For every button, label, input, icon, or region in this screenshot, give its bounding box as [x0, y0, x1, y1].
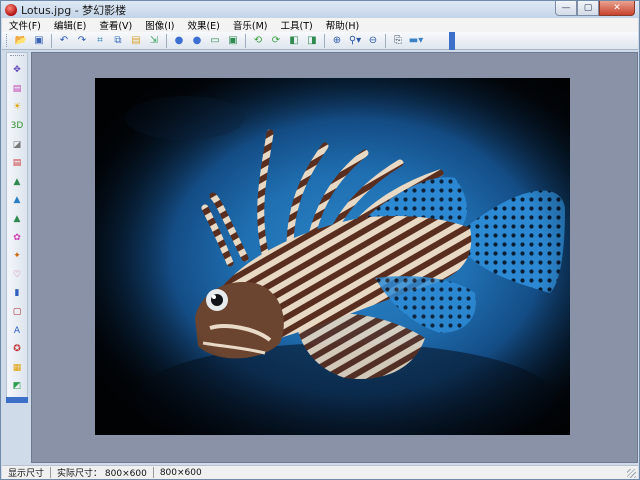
window-controls: — ▢ ✕	[555, 1, 635, 16]
colorful-icon[interactable]: ✿	[8, 228, 26, 247]
status-actual-size: 实际尺寸： 800×600	[51, 466, 153, 479]
sun-icon[interactable]: ☀	[8, 98, 26, 117]
menu-file[interactable]: 文件(F)	[2, 18, 47, 32]
minimize-button[interactable]: —	[555, 1, 577, 16]
rotate-left-icon[interactable]: ⟲	[251, 33, 266, 48]
mirror-icon[interactable]: ◨	[305, 33, 320, 48]
gradient-icon[interactable]: ▦	[8, 359, 26, 378]
circle-blue-2-icon[interactable]: ●	[190, 33, 205, 48]
zoom-in-icon[interactable]: ⊕	[330, 33, 345, 48]
slideshow-icon[interactable]: ▣	[226, 33, 241, 48]
text-icon[interactable]: A	[8, 321, 26, 340]
title-bar[interactable]: Lotus.jpg - 梦幻影楼 — ▢ ✕	[1, 1, 639, 18]
landscape-icon[interactable]: ▲	[8, 173, 26, 192]
app-window: Lotus.jpg - 梦幻影楼 — ▢ ✕ 文件(F) 编辑(E) 查看(V)…	[0, 0, 640, 480]
heart-icon[interactable]: ♡	[8, 266, 26, 285]
paste-icon[interactable]: ▤	[129, 33, 144, 48]
status-bar: 显示尺寸 实际尺寸： 800×600 800×600	[2, 465, 638, 479]
image-canvas[interactable]	[31, 52, 638, 463]
window-title: Lotus.jpg - 梦幻影楼	[21, 3, 127, 17]
status-actual-size-label: 实际尺寸：	[57, 469, 103, 479]
status-display-value: 800×600	[159, 467, 202, 478]
sticker-icon[interactable]: ✪	[8, 340, 26, 359]
save-icon[interactable]: ▣	[32, 33, 47, 48]
status-display-size-label: 显示尺寸	[8, 469, 45, 479]
lionfish-photo	[95, 78, 570, 435]
menu-tools[interactable]: 工具(T)	[273, 18, 318, 32]
maximize-button[interactable]: ▢	[577, 1, 599, 16]
undo-icon[interactable]: ↶	[57, 33, 72, 48]
effect-icon[interactable]: ◩	[8, 377, 26, 396]
wallpaper-icon[interactable]: ▬▾	[409, 33, 424, 48]
copy-icon[interactable]: ⧉	[111, 33, 126, 48]
toolbar-grip[interactable]	[6, 34, 9, 47]
star-icon[interactable]: ✦	[8, 247, 26, 266]
resize-grip[interactable]	[627, 469, 636, 478]
rotate-right-icon[interactable]: ⟳	[269, 33, 284, 48]
toolbar-separator	[324, 33, 325, 48]
menu-music[interactable]: 音乐(M)	[226, 18, 274, 32]
menu-bar: 文件(F) 编辑(E) 查看(V) 图像(I) 效果(E) 音乐(M) 工具(T…	[2, 18, 638, 32]
menu-help[interactable]: 帮助(H)	[319, 18, 366, 32]
side-toolbar-end-marker	[6, 397, 28, 403]
layer-icon[interactable]: ▤	[8, 154, 26, 173]
menu-effects[interactable]: 效果(E)	[180, 18, 225, 32]
crop-icon[interactable]: ⌗	[93, 33, 108, 48]
app-logo-icon	[5, 3, 17, 16]
import-icon[interactable]: ⇲	[147, 33, 162, 48]
flip-icon[interactable]: ◧	[287, 33, 302, 48]
redo-icon[interactable]: ↷	[75, 33, 90, 48]
toolbar-separator	[385, 33, 386, 48]
toolbar-separator	[245, 33, 246, 48]
move-icon[interactable]: ✥	[8, 61, 26, 80]
side-toolbar: ✥ ▤ ☀ 3D ◪ ▤ ▲ ▲ ▲ ✿ ✦ ♡ ▮ ▢ A ✪ ▦ ◩	[6, 52, 28, 403]
zoom-out-icon[interactable]: ⊖	[366, 33, 381, 48]
toolbar-end-marker	[449, 32, 455, 50]
frame-icon[interactable]: ▢	[8, 303, 26, 322]
landscape-2-icon[interactable]: ▲	[8, 191, 26, 210]
menu-view[interactable]: 查看(V)	[92, 18, 138, 32]
menu-edit[interactable]: 编辑(E)	[47, 18, 92, 32]
landscape-3-icon[interactable]: ▲	[8, 210, 26, 229]
open-folder-icon[interactable]: 📂	[14, 33, 29, 48]
zoom-dropdown-icon[interactable]: ⚲▾	[348, 33, 363, 48]
toolbar-separator	[166, 33, 167, 48]
lionfish-illustration	[95, 78, 570, 435]
properties-icon[interactable]: ⎘	[391, 33, 406, 48]
image-adjust-icon[interactable]: ◪	[8, 135, 26, 154]
bars-icon[interactable]: ▮	[8, 284, 26, 303]
close-button[interactable]: ✕	[599, 1, 635, 16]
3d-icon[interactable]: 3D	[8, 117, 26, 136]
frame-pink-icon[interactable]: ▤	[8, 80, 26, 99]
menu-image[interactable]: 图像(I)	[138, 18, 180, 32]
toolbar-separator	[51, 33, 52, 48]
circle-blue-icon[interactable]: ●	[172, 33, 187, 48]
main-toolbar: 📂 ▣ ↶ ↷ ⌗ ⧉ ▤ ⇲ ● ● ▭ ▣ ⟲ ⟳ ◧ ◨ ⊕ ⚲▾ ⊖ ⎘ ▬▾	[2, 32, 638, 50]
status-actual-size-value: 800×600	[104, 469, 147, 479]
fit-window-icon[interactable]: ▭	[208, 33, 223, 48]
side-toolbar-grip[interactable]	[10, 55, 24, 58]
